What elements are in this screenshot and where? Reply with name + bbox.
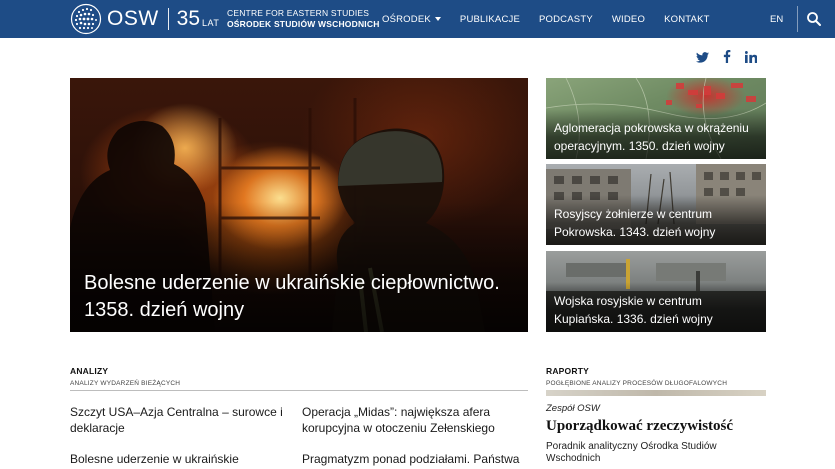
analysis-article-link[interactable]: Pragmatyzm ponad podziałami. Państwa <box>302 451 522 467</box>
social-links <box>696 50 771 68</box>
nav-item-publikacje[interactable]: PUBLIKACJE <box>460 14 520 25</box>
linkedin-icon[interactable] <box>745 50 758 68</box>
logo-wordmark: OSW <box>107 7 159 30</box>
anniversary-suffix: LAT <box>202 18 220 28</box>
organization-name-pl: OŚRODEK STUDIÓW WSCHODNICH <box>227 19 380 29</box>
section-title[interactable]: RAPORTY <box>546 366 766 376</box>
side-article-card[interactable]: Aglomeracja pokrowska w okrążeniu operac… <box>546 78 766 159</box>
section-title[interactable]: ANALIZY <box>70 366 528 376</box>
section-divider <box>70 390 528 391</box>
nav-item-label: PUBLIKACJE <box>459 13 520 25</box>
side-article-title[interactable]: Aglomeracja pokrowska w okrążeniu operac… <box>554 119 764 155</box>
nav-item-label: PODCASTY <box>539 13 593 25</box>
organization-name-en: CENTRE FOR EASTERN STUDIES <box>227 8 370 18</box>
report-author: Zespół OSW <box>546 403 600 414</box>
language-switch[interactable]: EN <box>770 0 783 38</box>
logo-divider <box>167 8 169 30</box>
side-article-card[interactable]: Rosyjscy żołnierze w centrum Pokrowska. … <box>546 164 766 245</box>
report-description: Poradnik analityczny Ośrodka Studiów Wsc… <box>546 441 717 464</box>
analizy-section-header: ANALIZY ANALIZY WYDARZEŃ BIEŻĄCYCH <box>70 366 528 391</box>
nav-item-wideo[interactable]: WIDEO <box>612 14 645 25</box>
nav-item-label: WIDEO <box>611 13 646 25</box>
featured-article[interactable]: Bolesne uderzenie w ukraińskie ciepłowni… <box>70 78 528 332</box>
nav-item-kontakt[interactable]: KONTAKT <box>664 14 710 25</box>
analysis-article-link[interactable]: Operacja „Midas”: największa afera korup… <box>302 404 522 436</box>
featured-article-title[interactable]: Bolesne uderzenie w ukraińskie ciepłowni… <box>84 270 514 324</box>
anniversary-number: 35 <box>176 7 201 30</box>
analysis-article-link[interactable]: Bolesne uderzenie w ukraińskie <box>70 451 285 467</box>
header-divider <box>797 6 798 32</box>
raporty-section-header: RAPORTY POGŁĘBIONE ANALIZY PROCESÓW DŁUG… <box>546 366 766 387</box>
side-article-title[interactable]: Wojska rosyjskie w centrum Kupiańska. 13… <box>554 292 764 328</box>
section-subtitle: POGŁĘBIONE ANALIZY PROCESÓW DŁUGOFALOWYC… <box>546 380 728 387</box>
twitter-icon[interactable] <box>696 50 709 68</box>
facebook-icon[interactable] <box>723 50 731 68</box>
organization-name[interactable]: CENTRE FOR EASTERN STUDIES OŚRODEK STUDI… <box>227 8 380 30</box>
search-icon[interactable] <box>806 11 822 27</box>
side-article-title[interactable]: Rosyjscy żołnierze w centrum Pokrowska. … <box>554 205 764 241</box>
globe-logo-icon <box>70 3 102 35</box>
nav-item-osrodek[interactable]: OŚRODEK <box>382 14 441 25</box>
site-logo[interactable]: OSW 35 LAT <box>70 3 219 35</box>
main-menu: OŚRODEK PUBLIKACJE PODCASTY WIDEO KONTAK… <box>382 0 729 38</box>
chevron-down-icon <box>434 17 441 21</box>
top-navigation-bar: OSW 35 LAT CENTRE FOR EASTERN STUDIES OŚ… <box>0 0 835 38</box>
nav-item-label: KONTAKT <box>664 13 710 25</box>
side-article-card[interactable]: Wojska rosyjskie w centrum Kupiańska. 13… <box>546 251 766 332</box>
section-subtitle: ANALIZY WYDARZEŃ BIEŻĄCYCH <box>70 380 181 387</box>
analysis-article-link[interactable]: Szczyt USA–Azja Centralna – surowce i de… <box>70 404 285 436</box>
report-cover-image[interactable] <box>546 390 766 396</box>
report-title[interactable]: Uporządkować rzeczywistość <box>546 418 733 435</box>
nav-item-label: OŚRODEK <box>382 13 431 25</box>
nav-item-podcasty[interactable]: PODCASTY <box>539 14 593 25</box>
